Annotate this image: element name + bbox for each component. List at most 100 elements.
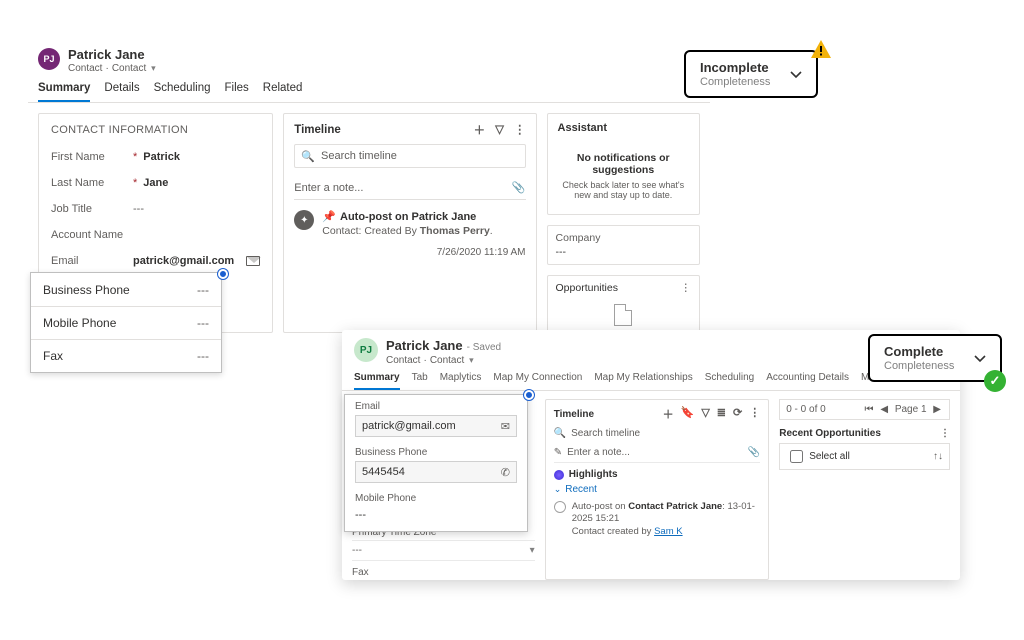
assistant-sub: Check back later to see what's new and s… bbox=[558, 180, 689, 200]
more-icon[interactable]: ⋮ bbox=[514, 122, 526, 138]
select-all-checkbox[interactable] bbox=[790, 450, 803, 463]
tab-accounting-details[interactable]: Accounting Details bbox=[766, 372, 849, 390]
recent-opportunities-header: Recent Opportunities bbox=[779, 428, 881, 439]
filter-icon[interactable]: ▽ bbox=[495, 122, 504, 138]
opportunities-card[interactable]: Opportunities⋮ bbox=[547, 275, 700, 333]
header: PJ Patrick Jane Contact·Contact ▾ bbox=[28, 44, 710, 76]
filter-icon[interactable]: ▽ bbox=[701, 406, 709, 422]
more-icon[interactable]: ⋮ bbox=[940, 428, 950, 439]
more-icon[interactable]: ⋮ bbox=[749, 406, 760, 422]
timeline-note-input[interactable]: ✎ Enter a note... 📎 bbox=[554, 447, 761, 463]
check-circle-icon: ✓ bbox=[984, 370, 1006, 392]
pager-first-icon[interactable]: ⏮ bbox=[865, 404, 874, 415]
list-icon[interactable]: ≣ bbox=[717, 406, 726, 422]
attachment-icon[interactable]: 📎 bbox=[748, 447, 760, 458]
assistant-title: No notifications or suggestions bbox=[558, 152, 689, 176]
page-title: Patrick Jane bbox=[68, 48, 156, 61]
timeline-recent-toggle[interactable]: ⌄ Recent bbox=[554, 484, 761, 495]
timeline-post-date: 7/26/2020 11:19 AM bbox=[294, 247, 525, 258]
recent-opportunities-card: Recent Opportunities ⋮ Select all ↑↓ bbox=[779, 428, 950, 470]
tab-summary[interactable]: Summary bbox=[354, 372, 400, 390]
add-icon[interactable]: ＋ bbox=[663, 406, 674, 422]
missing-fields-popover: Business Phone--- Mobile Phone--- Fax--- bbox=[30, 272, 222, 373]
tab-summary[interactable]: Summary bbox=[38, 82, 90, 102]
completeness-badge-complete[interactable]: Complete Completeness bbox=[868, 334, 1002, 382]
field-mobile-phone[interactable]: Mobile Phone--- bbox=[31, 306, 221, 339]
page-title: Patrick Jane bbox=[386, 338, 463, 353]
tab-scheduling[interactable]: Scheduling bbox=[154, 82, 211, 102]
tab-details[interactable]: Details bbox=[104, 82, 139, 102]
pager: 0 - 0 of 0 ⏮ ◀ Page 1 ▶ bbox=[779, 399, 950, 420]
timeline-note-input[interactable]: Enter a note... 📎 bbox=[294, 176, 525, 200]
tab-maplytics[interactable]: Maplytics bbox=[440, 372, 482, 390]
select-all-row[interactable]: Select all ↑↓ bbox=[779, 443, 950, 470]
field-business-phone[interactable]: Business Phone 5445454✆ bbox=[345, 441, 527, 487]
timeline-post[interactable]: ✦ 📌Auto-post on Patrick Jane Contact: Cr… bbox=[294, 210, 525, 237]
document-icon bbox=[614, 304, 632, 326]
bookmark-icon[interactable]: 🔖 bbox=[681, 406, 695, 422]
required-icon: * bbox=[133, 152, 137, 163]
attachment-icon[interactable]: 📎 bbox=[512, 181, 526, 194]
field-job-title[interactable]: Job Title --- bbox=[51, 196, 260, 222]
more-icon[interactable]: ⋮ bbox=[681, 282, 692, 294]
field-account-name[interactable]: Account Name bbox=[51, 222, 260, 248]
callout-anchor-dot bbox=[524, 390, 534, 400]
phone-icon[interactable]: ✆ bbox=[501, 466, 510, 479]
timeline-header: Timeline bbox=[294, 124, 340, 136]
tab-map-my-relationships[interactable]: Map My Relationships bbox=[594, 372, 692, 390]
field-first-name[interactable]: First Name * Patrick bbox=[51, 144, 260, 170]
search-icon: 🔍 bbox=[554, 428, 566, 439]
edit-fields-popover: Email patrick@gmail.com✉ Business Phone … bbox=[344, 394, 528, 532]
mail-icon[interactable]: ✉ bbox=[501, 420, 510, 433]
field-email[interactable]: Email patrick@gmail.com bbox=[51, 248, 260, 274]
field-fax-label: Fax bbox=[352, 567, 535, 578]
tab-scheduling[interactable]: Scheduling bbox=[705, 372, 754, 390]
company-card[interactable]: Company --- bbox=[547, 225, 700, 265]
saved-indicator: - Saved bbox=[467, 342, 501, 353]
callout-anchor-dot bbox=[218, 269, 228, 279]
timeline-header: Timeline bbox=[554, 409, 594, 420]
pager-page-label: Page 1 bbox=[895, 404, 927, 415]
required-icon: * bbox=[133, 178, 137, 189]
sort-icon[interactable]: ↑↓ bbox=[933, 451, 943, 462]
edit-icon: ✎ bbox=[554, 447, 562, 458]
timeline-search[interactable]: 🔍 Search timeline bbox=[294, 144, 525, 168]
chevron-down-icon[interactable]: ▾ bbox=[530, 545, 535, 556]
add-icon[interactable]: ＋ bbox=[474, 122, 486, 138]
pager-prev-icon[interactable]: ◀ bbox=[880, 404, 888, 415]
completeness-badge-incomplete[interactable]: Incomplete Completeness bbox=[684, 50, 818, 98]
timeline-post[interactable]: Auto-post on Contact Patrick Jane: 13-01… bbox=[554, 501, 761, 538]
timeline-card: Timeline ＋ 🔖 ▽ ≣ ⟳ ⋮ 🔍 Search timeline bbox=[545, 399, 770, 580]
chevron-down-icon[interactable] bbox=[972, 350, 988, 366]
tabs: Summary Details Scheduling Files Related bbox=[28, 76, 710, 103]
mail-icon[interactable] bbox=[246, 256, 260, 266]
search-icon: 🔍 bbox=[301, 150, 315, 163]
warning-icon bbox=[810, 38, 832, 60]
timeline-search[interactable]: 🔍 Search timeline bbox=[554, 428, 761, 439]
sparkle-icon bbox=[554, 470, 564, 480]
field-mobile-phone[interactable]: Mobile Phone --- bbox=[345, 487, 527, 531]
assistant-header: Assistant bbox=[558, 122, 689, 134]
chevron-down-icon: ⌄ bbox=[554, 484, 562, 495]
avatar: PJ bbox=[38, 48, 60, 70]
tab-files[interactable]: Files bbox=[224, 82, 248, 102]
chevron-down-icon[interactable] bbox=[788, 66, 804, 82]
avatar: PJ bbox=[354, 338, 378, 362]
tab-map-my-connection[interactable]: Map My Connection bbox=[493, 372, 582, 390]
field-fax[interactable]: Fax--- bbox=[31, 339, 221, 372]
field-timezone[interactable]: --- ▾ bbox=[352, 540, 535, 561]
tab-tab[interactable]: Tab bbox=[412, 372, 428, 390]
refresh-icon[interactable]: ⟳ bbox=[733, 406, 742, 422]
field-last-name[interactable]: Last Name * Jane bbox=[51, 170, 260, 196]
timeline-highlights[interactable]: Highlights bbox=[554, 469, 761, 480]
tab-related[interactable]: Related bbox=[263, 82, 303, 102]
assistant-card: Assistant No notifications or suggestion… bbox=[547, 113, 700, 215]
section-header: CONTACT INFORMATION bbox=[51, 124, 260, 136]
pager-next-icon[interactable]: ▶ bbox=[933, 404, 941, 415]
pin-icon: 📌 bbox=[322, 211, 336, 223]
chevron-down-icon[interactable]: ▾ bbox=[151, 63, 156, 73]
timeline-card: Timeline ＋ ▽ ⋮ 🔍 Search timeline Enter a… bbox=[283, 113, 536, 333]
chevron-down-icon[interactable]: ▾ bbox=[469, 355, 474, 365]
field-email[interactable]: Email patrick@gmail.com✉ bbox=[345, 395, 527, 441]
field-business-phone[interactable]: Business Phone--- bbox=[31, 273, 221, 306]
